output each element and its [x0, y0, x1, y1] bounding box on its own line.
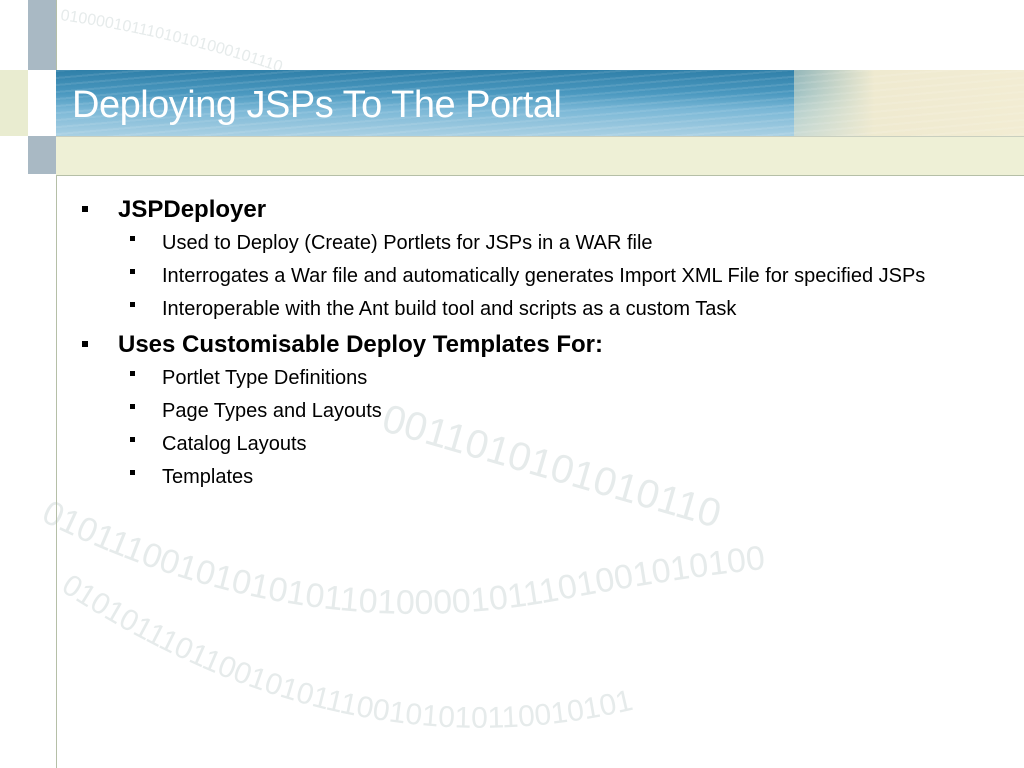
corner-square — [0, 136, 29, 174]
corner-square — [28, 0, 56, 70]
corner-square — [0, 0, 29, 70]
square-bullet-icon — [130, 437, 135, 442]
bullet-level1: JSPDeployer — [76, 194, 996, 226]
bullet-text: Portlet Type Definitions — [162, 367, 368, 389]
square-bullet-icon — [130, 404, 135, 409]
title-banner: Deploying JSPs To The Portal — [56, 70, 1024, 136]
bullet-level2: Page Types and Layouts — [76, 394, 996, 427]
bullet-level2: Portlet Type Definitions — [76, 361, 996, 394]
svg-text:01000010111010101000101110: 01000010111010101000101110 — [59, 7, 284, 76]
bullet-section: JSPDeployer Used to Deploy (Create) Port… — [76, 194, 996, 325]
bullet-level1: Uses Customisable Deploy Templates For: — [76, 329, 996, 361]
bullet-text: Interrogates a War file and automaticall… — [162, 265, 926, 287]
bullet-text: Used to Deploy (Create) Portlets for JSP… — [162, 232, 653, 254]
section-heading: JSPDeployer — [118, 196, 267, 223]
corner-square — [28, 136, 56, 174]
bullet-text: Catalog Layouts — [162, 433, 307, 455]
square-bullet-icon — [130, 269, 135, 274]
square-bullet-icon — [130, 302, 135, 307]
square-bullet-icon — [130, 470, 135, 475]
square-bullet-icon — [82, 206, 88, 212]
bullet-level2: Catalog Layouts — [76, 427, 996, 460]
bullet-section: Uses Customisable Deploy Templates For: … — [76, 329, 996, 493]
slide-body: JSPDeployer Used to Deploy (Create) Port… — [76, 194, 996, 493]
bullet-level2: Templates — [76, 460, 996, 493]
bullet-level2: Interoperable with the Ant build tool an… — [76, 292, 996, 325]
bullet-level2: Interrogates a War file and automaticall… — [76, 259, 996, 292]
bullet-text: Page Types and Layouts — [162, 400, 382, 422]
section-heading: Uses Customisable Deploy Templates For: — [118, 331, 604, 358]
bullet-level2: Used to Deploy (Create) Portlets for JSP… — [76, 226, 996, 259]
bullet-text: Templates — [162, 466, 254, 488]
slide: 0101110010101010110100001011101001010100… — [0, 0, 1024, 768]
corner-square — [0, 70, 28, 136]
square-bullet-icon — [82, 341, 88, 347]
square-bullet-icon — [130, 236, 135, 241]
slide-title: Deploying JSPs To The Portal — [72, 84, 562, 126]
title-underband — [56, 136, 1024, 176]
banner-accent — [794, 70, 1024, 136]
bullet-text: Interoperable with the Ant build tool an… — [162, 298, 737, 320]
square-bullet-icon — [130, 371, 135, 376]
